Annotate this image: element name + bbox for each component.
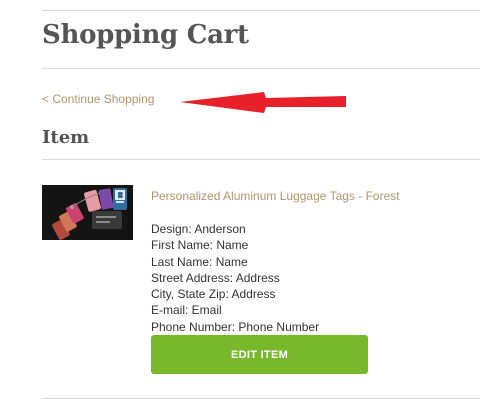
bottom-divider <box>42 398 480 399</box>
product-thumbnail[interactable] <box>42 185 133 240</box>
detail-phone-number: Phone Number: Phone Number <box>151 319 320 334</box>
title-divider <box>42 68 480 69</box>
detail-email: E-mail: Email <box>151 303 222 318</box>
page-title: Shopping Cart <box>42 20 249 50</box>
detail-last-name: Last Name: Name <box>151 254 248 269</box>
continue-shopping-link[interactable]: < Continue Shopping <box>42 92 154 106</box>
item-details-list: Design: Anderson First Name: Name Last N… <box>151 221 319 335</box>
detail-city-state-zip: City, State Zip: Address <box>151 287 276 302</box>
red-arrow-icon <box>180 92 346 113</box>
product-name-link[interactable]: Personalized Aluminum Luggage Tags - For… <box>151 189 400 203</box>
edit-item-button[interactable]: EDIT ITEM <box>151 335 368 374</box>
detail-design: Design: Anderson <box>151 222 246 236</box>
section-divider <box>42 159 480 160</box>
detail-street-address: Street Address: Address <box>151 270 280 285</box>
detail-first-name: First Name: Name <box>151 238 249 253</box>
top-divider <box>42 10 480 11</box>
section-heading-item: Item <box>42 127 90 148</box>
